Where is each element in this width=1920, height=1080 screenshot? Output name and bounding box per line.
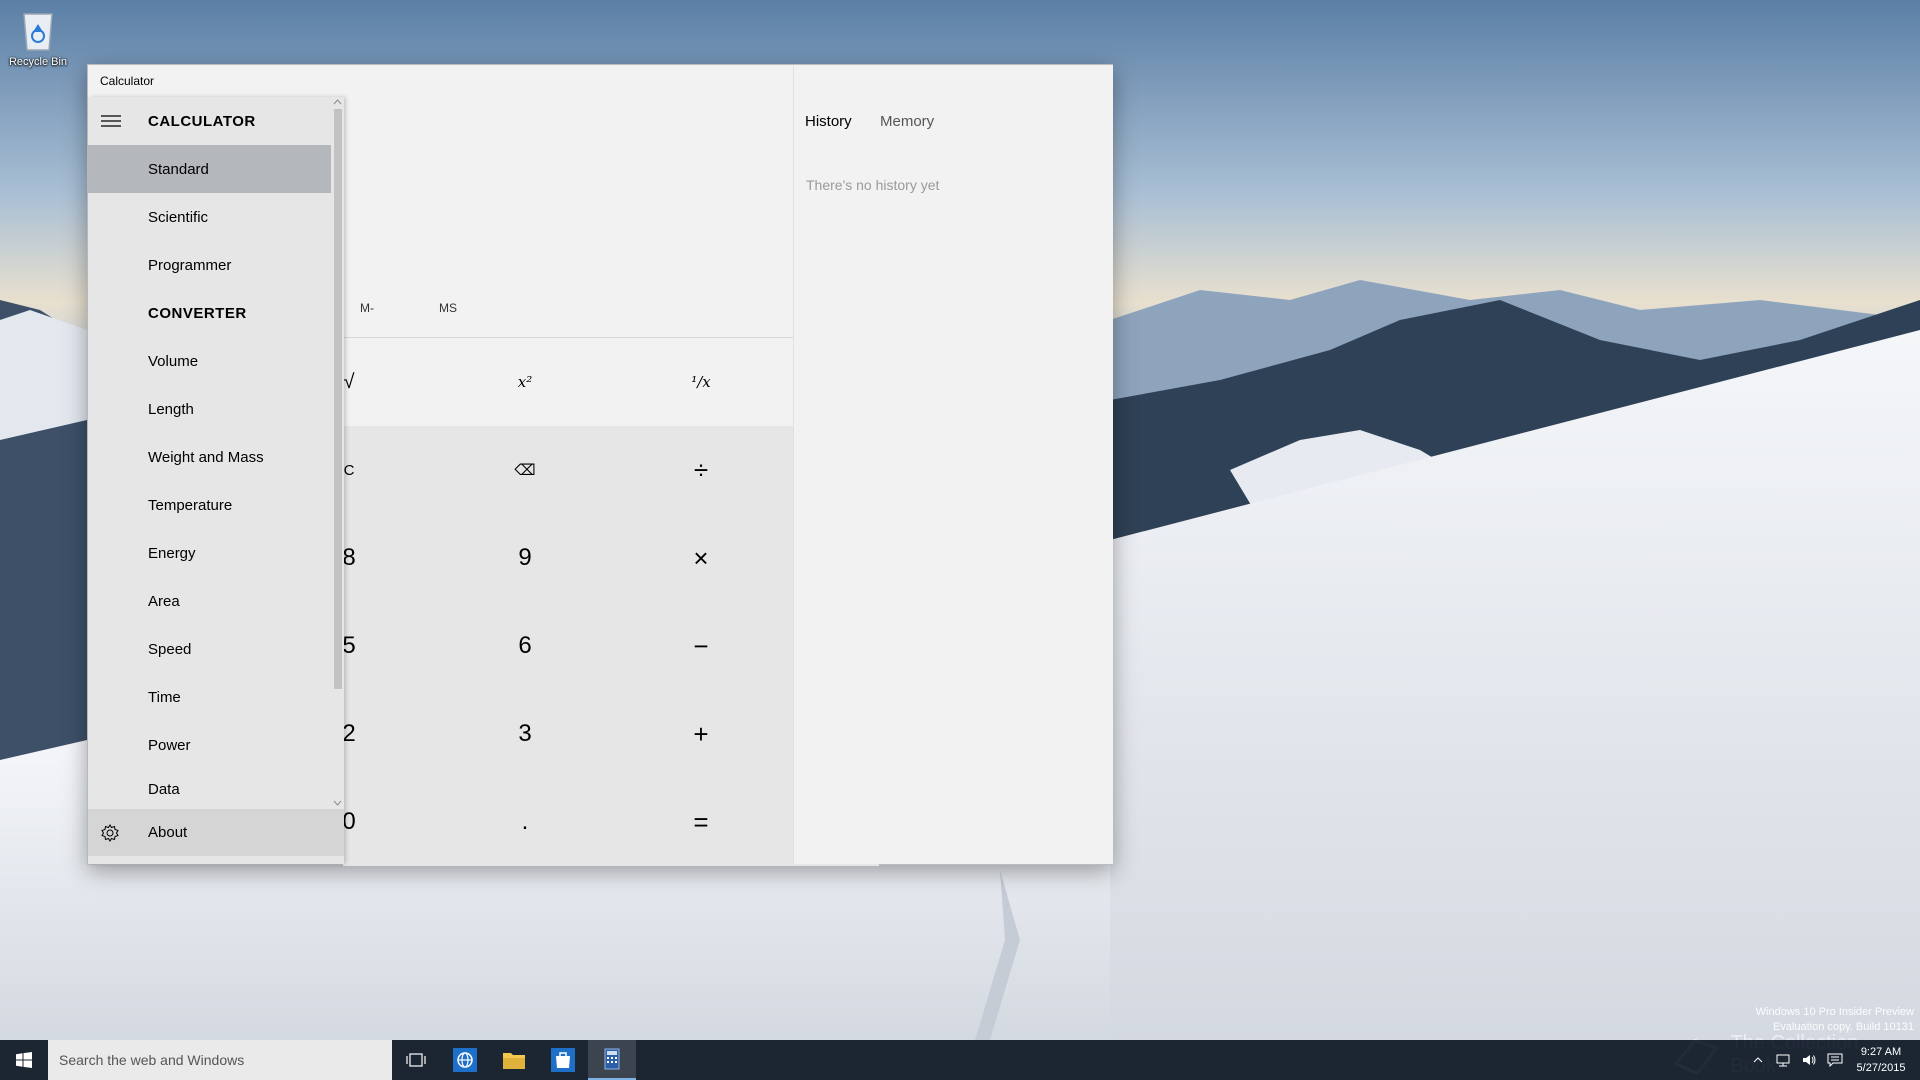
nav-item-label: Length xyxy=(148,400,194,418)
nav-item-energy[interactable]: Energy xyxy=(88,529,331,577)
tab-history[interactable]: History xyxy=(805,113,852,130)
nav-item-area[interactable]: Area xyxy=(88,577,331,625)
nav-item-about[interactable]: About xyxy=(88,809,344,856)
digit-6-button[interactable]: 6 xyxy=(437,602,613,690)
file-explorer-button[interactable] xyxy=(490,1040,538,1080)
nav-item-label: Programmer xyxy=(148,256,232,274)
nav-item-label: Power xyxy=(148,736,191,754)
calculator-icon xyxy=(604,1048,620,1070)
nav-item-label: Volume xyxy=(148,352,199,370)
hamburger-button[interactable] xyxy=(100,113,122,129)
edge-button[interactable] xyxy=(441,1040,489,1080)
digit-3-button[interactable]: 3 xyxy=(437,690,613,778)
gear-icon xyxy=(101,824,119,842)
nav-item-data[interactable]: Data xyxy=(88,769,331,809)
scrollbar-thumb[interactable] xyxy=(334,109,342,689)
scroll-up-icon[interactable] xyxy=(333,98,342,106)
nav-item-label: Speed xyxy=(148,640,192,658)
hamburger-icon xyxy=(101,115,121,127)
reciprocal-button[interactable]: ¹/x xyxy=(613,338,789,426)
action-center-button[interactable] xyxy=(1824,1040,1846,1080)
nav-item-label: Scientific xyxy=(148,208,209,226)
volume-icon xyxy=(1803,1055,1816,1065)
windows-logo-icon xyxy=(16,1052,32,1068)
nav-item-label: Time xyxy=(148,688,181,706)
start-button[interactable] xyxy=(0,1040,48,1080)
task-view-button[interactable] xyxy=(392,1040,440,1080)
divide-button[interactable]: ÷ xyxy=(613,426,789,514)
recycle-bin-icon xyxy=(18,6,58,52)
nav-item-label: Energy xyxy=(148,544,196,562)
nav-item-label: Area xyxy=(148,592,180,610)
file-explorer-icon xyxy=(503,1053,525,1069)
clock-time: 9:27 AM xyxy=(1860,1046,1902,1058)
edge-icon xyxy=(453,1048,477,1072)
equals-button[interactable]: = xyxy=(613,778,789,866)
nav-item-programmer[interactable]: Programmer xyxy=(88,241,331,289)
drawer-scrollbar[interactable] xyxy=(331,97,344,809)
watermark-line1: Windows 10 Pro Insider Preview xyxy=(1755,1006,1914,1018)
network-button[interactable] xyxy=(1772,1040,1794,1080)
nav-item-weight-and-mass[interactable]: Weight and Mass xyxy=(88,433,331,481)
nav-item-time[interactable]: Time xyxy=(88,673,331,721)
task-view-icon xyxy=(406,1053,426,1067)
network-icon xyxy=(1776,1054,1790,1067)
notification-icon xyxy=(1827,1053,1843,1067)
memory-subtract-button[interactable]: M- xyxy=(360,301,374,315)
calculator-taskbar-button[interactable] xyxy=(588,1040,636,1080)
nav-item-label: Data xyxy=(148,780,180,798)
nav-item-scientific[interactable]: Scientific xyxy=(88,193,331,241)
recycle-bin-label: Recycle Bin xyxy=(8,56,68,68)
calculator-heading: CALCULATOR xyxy=(148,113,256,130)
nav-item-volume[interactable]: Volume xyxy=(88,337,331,385)
memory-store-button[interactable]: MS xyxy=(439,301,457,315)
nav-item-label: Weight and Mass xyxy=(148,448,264,466)
digit-9-button[interactable]: 9 xyxy=(437,514,613,602)
nav-item-label: Standard xyxy=(148,160,209,178)
volume-button[interactable] xyxy=(1798,1040,1820,1080)
about-label: About xyxy=(148,824,188,841)
search-placeholder: Search the web and Windows xyxy=(59,1052,245,1068)
add-button[interactable]: + xyxy=(613,690,789,778)
recycle-bin[interactable]: Recycle Bin xyxy=(4,6,72,68)
converter-heading: CONVERTER xyxy=(148,305,247,322)
nav-item-temperature[interactable]: Temperature xyxy=(88,481,331,529)
taskbar: Search the web and Windows 9:27 AM 5/27/… xyxy=(0,1040,1920,1080)
backspace-button[interactable]: ⌫ xyxy=(437,426,613,514)
store-icon xyxy=(551,1048,575,1072)
history-empty-message: There's no history yet xyxy=(806,177,940,193)
tab-memory[interactable]: Memory xyxy=(880,113,934,130)
subtract-button[interactable]: − xyxy=(613,602,789,690)
window-title: Calculator xyxy=(100,74,155,88)
calculator-window: Calculator 0 M- MS √ x² ¹/x C ⌫ ÷ 8 9 × … xyxy=(87,64,1113,866)
square-button[interactable]: x² xyxy=(437,338,613,426)
clock-date: 5/27/2015 xyxy=(1856,1062,1906,1074)
nav-item-power[interactable]: Power xyxy=(88,721,331,769)
nav-item-length[interactable]: Length xyxy=(88,385,331,433)
nav-item-label: Temperature xyxy=(148,496,233,514)
decimal-button[interactable]: . xyxy=(437,778,613,866)
history-pane: History Memory There's no history yet xyxy=(793,65,1113,864)
navigation-drawer: CALCULATOR Standard Scientific Programme… xyxy=(88,97,344,864)
chevron-up-icon xyxy=(1753,1057,1763,1063)
store-button[interactable] xyxy=(539,1040,587,1080)
nav-item-standard[interactable]: Standard xyxy=(88,145,331,193)
show-hidden-icons-button[interactable] xyxy=(1750,1040,1766,1080)
search-box[interactable]: Search the web and Windows xyxy=(48,1040,392,1080)
multiply-button[interactable]: × xyxy=(613,514,789,602)
taskbar-clock[interactable]: 9:27 AM 5/27/2015 xyxy=(1848,1044,1914,1076)
scroll-down-icon[interactable] xyxy=(333,799,342,807)
nav-item-speed[interactable]: Speed xyxy=(88,625,331,673)
